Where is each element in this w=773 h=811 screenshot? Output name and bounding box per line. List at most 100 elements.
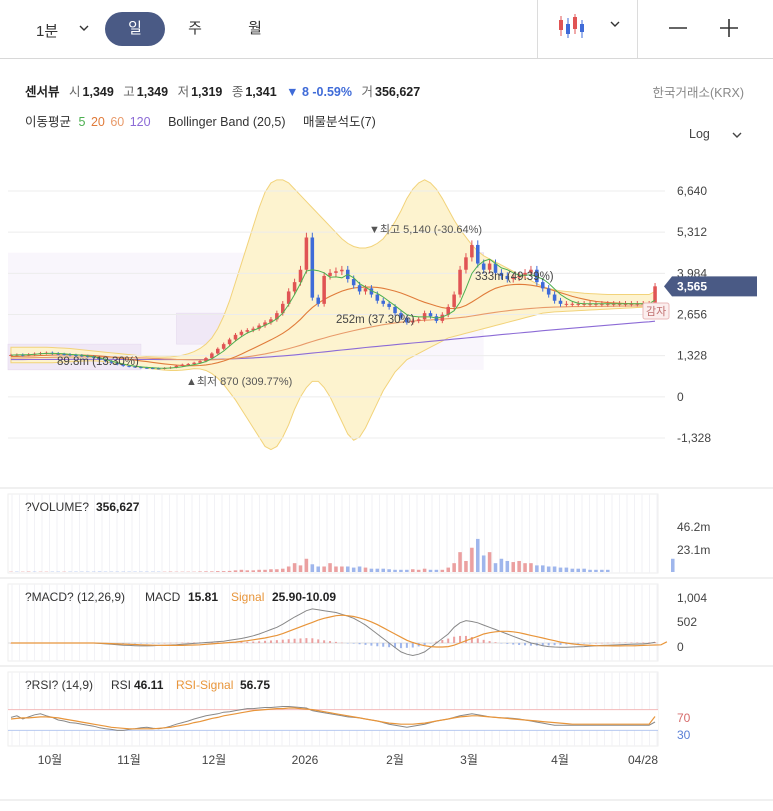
- candle: [422, 313, 427, 320]
- macd-signal-label: Signal: [231, 590, 264, 604]
- candle: [227, 339, 232, 345]
- macd-histogram-bar: [169, 642, 172, 644]
- volume-bar: [416, 569, 421, 572]
- volume-bar: [251, 570, 255, 572]
- macd-histogram-bar: [187, 642, 190, 644]
- volume-bar: [292, 563, 297, 572]
- volume-bar: [594, 569, 598, 572]
- candle: [304, 237, 309, 270]
- volume-bar: [671, 558, 675, 572]
- macd-histogram-bar: [281, 639, 284, 643]
- price-tick-label: 5,312: [677, 225, 707, 239]
- macd-histogram-bar: [163, 642, 166, 644]
- volume-bar: [517, 560, 521, 572]
- macd-tick-label: 1,004: [677, 591, 707, 605]
- volume-bar: [606, 569, 610, 572]
- high-annotation: ▼최고 5,140 (-30.64%): [369, 223, 482, 236]
- macd-histogram-bar: [600, 642, 603, 644]
- volume-bar: [393, 569, 397, 572]
- volume-bar: [411, 569, 415, 572]
- macd-histogram-bar: [293, 638, 296, 643]
- price-tick-label: -1,328: [677, 431, 711, 445]
- volume-bar: [505, 560, 510, 572]
- macd-histogram-bar: [275, 640, 278, 643]
- macd-histogram-bar: [329, 641, 332, 643]
- volume-bar: [588, 569, 592, 572]
- macd-histogram-bar: [299, 638, 302, 643]
- candle: [322, 275, 326, 304]
- volume-bar: [481, 555, 486, 572]
- volume-bar: [233, 570, 238, 572]
- x-axis-label: 11월: [117, 753, 141, 767]
- volume-bar: [387, 569, 391, 572]
- macd-histogram-bar: [258, 641, 261, 643]
- macd-signal-value: 25.90-10.09: [272, 590, 336, 604]
- volume-bar: [434, 569, 439, 572]
- volume-bar: [310, 564, 315, 572]
- volume-bar: [535, 565, 539, 572]
- price-tick-label: 0: [677, 390, 684, 404]
- macd-histogram-bar: [642, 642, 645, 643]
- rsi-title: ?RSI? (14,9): [25, 678, 93, 692]
- volume-bar: [552, 566, 557, 572]
- x-axis-label: 12월: [202, 753, 226, 767]
- price-tick-label: 2,656: [677, 308, 707, 322]
- volume-bar: [582, 568, 586, 572]
- macd-histogram-bar: [376, 642, 379, 647]
- macd-histogram-bar: [553, 642, 556, 646]
- macd-title: ?MACD? (12,26,9): [25, 590, 125, 604]
- volume-last-value: 356,627: [96, 500, 140, 514]
- volume-bar: [375, 568, 380, 572]
- candle: [310, 237, 315, 298]
- volume-bar: [399, 569, 403, 572]
- volume-title: ?VOLUME?: [25, 500, 89, 514]
- macd-histogram-bar: [364, 642, 367, 645]
- candle: [180, 364, 185, 366]
- candle: [452, 294, 456, 307]
- macd-histogram-bar: [577, 642, 580, 644]
- macd-histogram-bar: [459, 635, 462, 643]
- macd-histogram-bar: [264, 640, 267, 643]
- volume-bar: [221, 571, 226, 572]
- macd-histogram-bar: [636, 642, 639, 643]
- volume-bar: [198, 571, 202, 572]
- volume-bar: [351, 567, 356, 572]
- macd-histogram-bar: [352, 642, 355, 644]
- macd-histogram-bar: [317, 639, 320, 643]
- volume-bar: [499, 558, 504, 572]
- macd-histogram-bar: [370, 642, 373, 646]
- macd-histogram-bar: [441, 639, 444, 643]
- candle: [481, 263, 486, 270]
- profile-label: 333m (49.39%): [475, 271, 554, 283]
- candle: [186, 363, 190, 365]
- candle: [464, 257, 468, 270]
- macd-histogram-bar: [246, 641, 249, 643]
- macd-histogram-bar: [476, 638, 479, 643]
- macd-histogram-bar: [145, 642, 148, 644]
- volume-bar: [216, 571, 220, 572]
- candle: [363, 288, 368, 292]
- macd-histogram-bar: [134, 642, 137, 644]
- macd-histogram-bar: [334, 641, 337, 643]
- volume-bar: [239, 569, 244, 572]
- macd-histogram-bar: [482, 639, 485, 643]
- macd-label: MACD: [145, 590, 181, 604]
- macd-histogram-bar: [518, 642, 521, 646]
- rsi-signal-value: 56.75: [240, 678, 270, 692]
- volume-bar: [269, 569, 273, 572]
- candle: [476, 244, 480, 264]
- volume-bar: [245, 570, 250, 572]
- candle: [381, 300, 385, 304]
- stock-chart[interactable]: 6,6405,3123,9842,6561,3280-1,328▼최고 5,14…: [0, 0, 773, 811]
- macd-histogram-bar: [594, 642, 597, 644]
- volume-bar: [381, 568, 385, 572]
- x-axis-label: 2026: [292, 753, 319, 767]
- candle: [487, 263, 492, 270]
- indicator-panel: [7, 671, 659, 747]
- macd-histogram-bar: [399, 642, 402, 649]
- macd-histogram-bar: [447, 638, 450, 643]
- macd-histogram-bar: [606, 642, 609, 644]
- macd-histogram-bar: [323, 640, 326, 643]
- candle: [292, 282, 297, 292]
- candle: [470, 244, 474, 258]
